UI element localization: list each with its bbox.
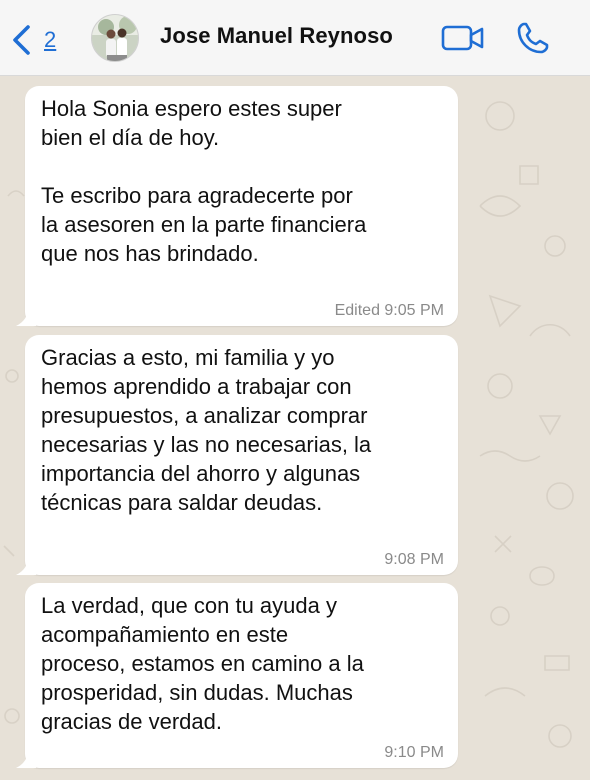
message-timestamp: 9:10 PM	[384, 744, 444, 761]
message-text: Gracias a esto, mi familia y yo hemos ap…	[41, 345, 372, 515]
message-text: La verdad, que con tu ayuda y acompañami…	[41, 593, 364, 734]
unread-count[interactable]: 2	[44, 27, 56, 53]
video-camera-icon[interactable]	[441, 24, 485, 52]
contact-name[interactable]: Jose Manuel Reynoso	[160, 23, 393, 49]
bubble-tail	[16, 750, 36, 768]
message-timestamp: 9:08 PM	[384, 551, 444, 568]
phone-icon[interactable]	[515, 20, 551, 56]
avatar-photo	[92, 15, 138, 61]
chat-area[interactable]: Hola Sonia espero estes super bien el dí…	[0, 76, 590, 780]
message-bubble[interactable]: Gracias a esto, mi familia y yo hemos ap…	[16, 335, 458, 575]
bubble-tail	[16, 308, 36, 326]
chat-header: 2 Jose Manuel Reynoso	[0, 0, 590, 76]
chevron-left-icon	[13, 25, 30, 55]
message-bubble[interactable]: La verdad, que con tu ayuda y acompañami…	[16, 583, 458, 768]
back-button[interactable]: 2	[10, 20, 56, 60]
message-bubble[interactable]: Hola Sonia espero estes super bien el dí…	[16, 86, 458, 326]
message-text: Hola Sonia espero estes super bien el dí…	[41, 96, 367, 266]
avatar[interactable]	[91, 14, 139, 62]
message-timestamp: Edited 9:05 PM	[334, 302, 444, 319]
bubble-tail	[16, 557, 36, 575]
